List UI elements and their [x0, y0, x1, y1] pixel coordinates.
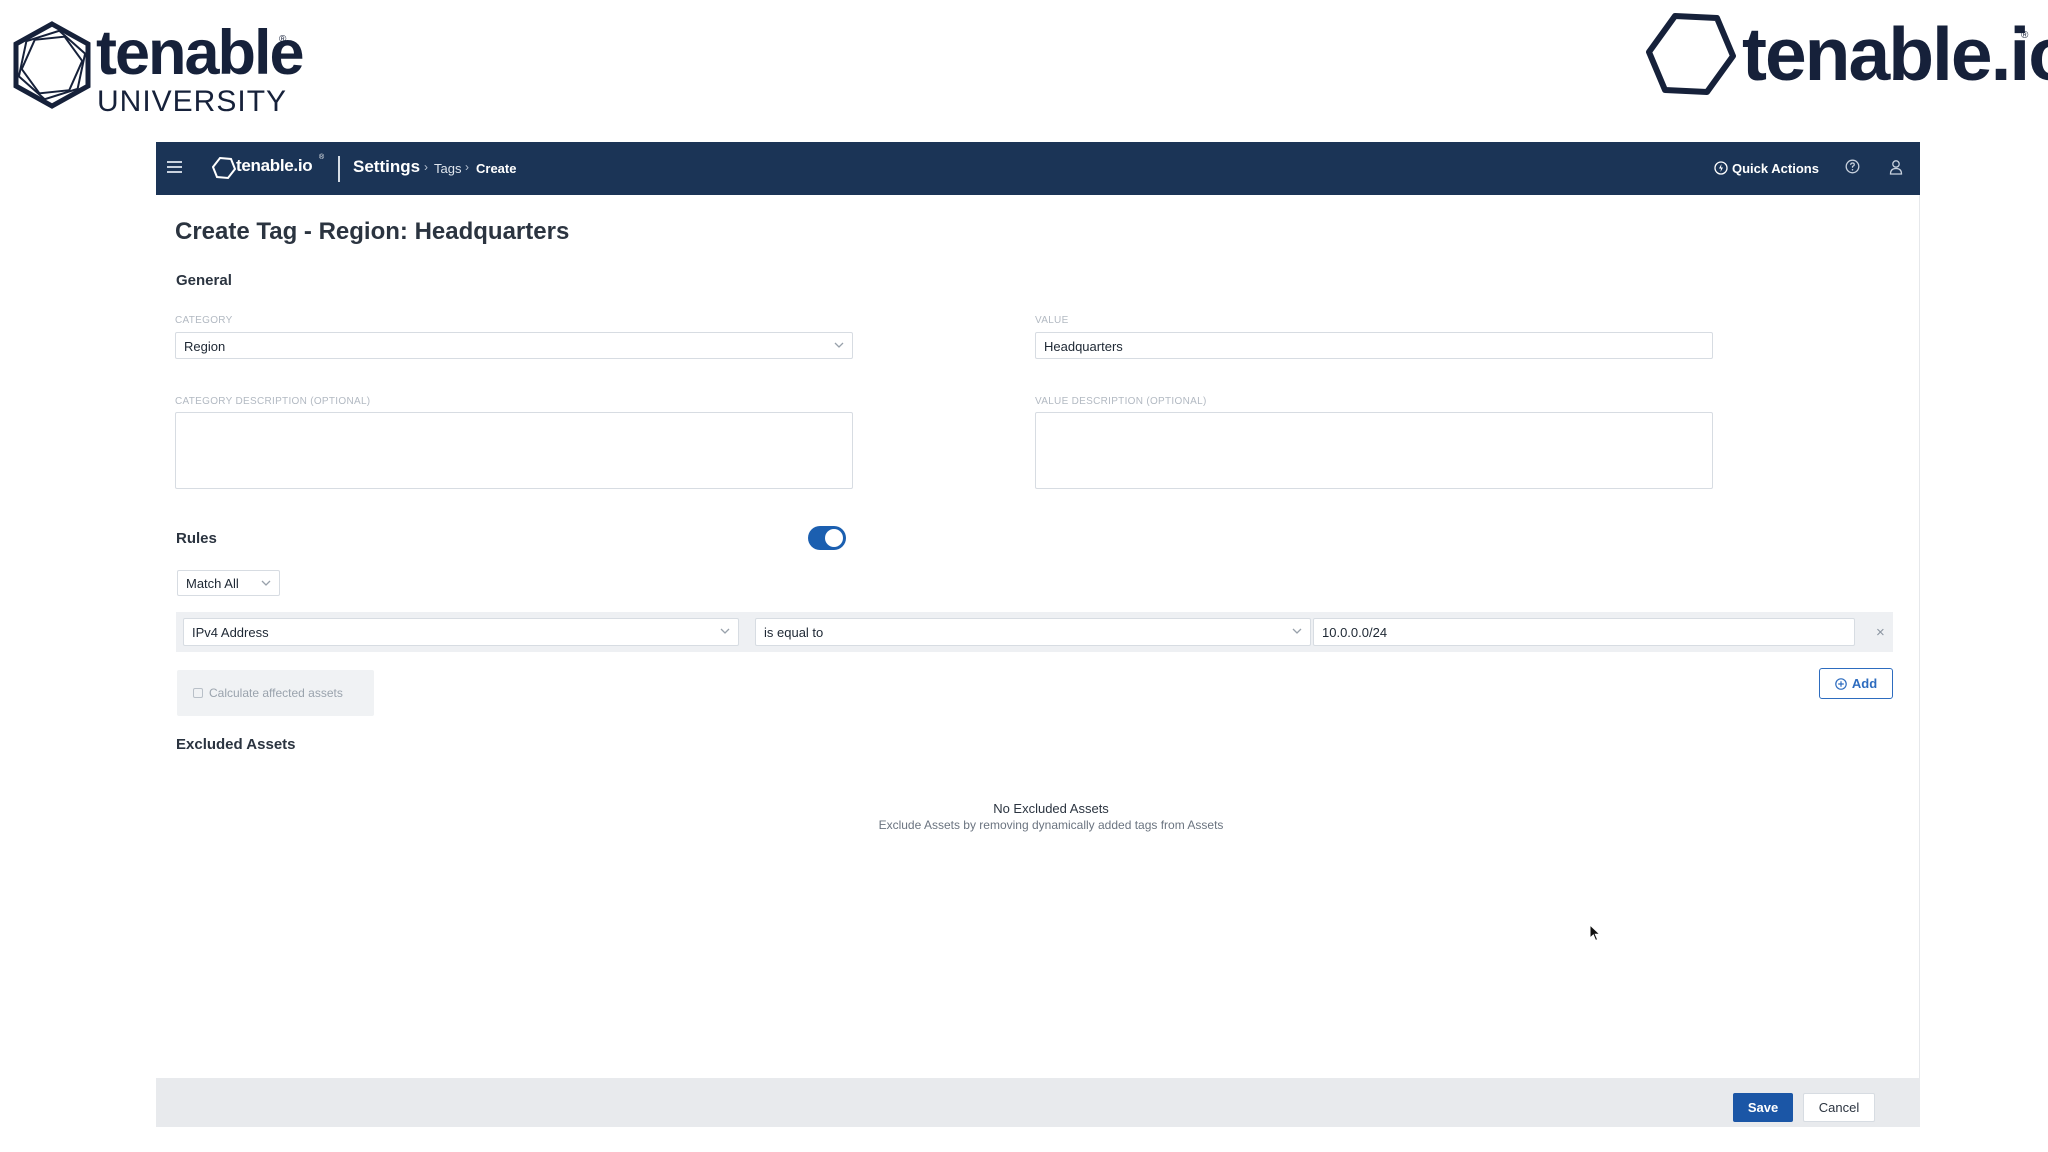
chevron-down-icon: [1292, 628, 1302, 634]
quick-actions-label: Quick Actions: [1732, 160, 1819, 176]
plus-circle-icon: [1835, 677, 1847, 690]
brand-left-word: tenable: [96, 18, 305, 88]
tenable-logo-icon: [212, 156, 236, 180]
breadcrumb-separator: ›: [424, 160, 428, 174]
match-all-select[interactable]: Match All: [177, 570, 280, 596]
brand-left-reg: ®: [279, 34, 287, 45]
rule-value-input[interactable]: 10.0.0.0/24: [1313, 618, 1855, 646]
help-icon[interactable]: [1845, 159, 1860, 174]
empty-state-description: Exclude Assets by removing dynamically a…: [878, 818, 1224, 832]
category-description-textarea[interactable]: [175, 412, 853, 489]
category-label: CATEGORY: [175, 315, 233, 326]
remove-rule-icon[interactable]: ×: [1876, 624, 1885, 641]
brand-right-word: tenable.io: [1742, 12, 2048, 96]
tenable-university-logo: tenable ® UNIVERSITY: [10, 18, 305, 118]
rule-row: IPv4 Address is equal to 10.0.0.0/24 ×: [176, 612, 1893, 652]
rules-heading: Rules: [176, 530, 217, 547]
breadcrumb-settings[interactable]: Settings: [353, 157, 420, 177]
app-logo-reg: ®: [319, 154, 325, 161]
save-button[interactable]: Save: [1733, 1093, 1793, 1122]
add-rule-button[interactable]: Add: [1819, 668, 1893, 699]
app-window: tenable.io ® Settings › Tags › Create Qu…: [156, 142, 1920, 1127]
app-logo-text[interactable]: tenable.io: [236, 156, 313, 176]
empty-state-title: No Excluded Assets: [993, 801, 1109, 816]
navbar-divider: [338, 156, 340, 182]
calculate-label: Calculate affected assets: [209, 686, 343, 700]
hexagon-outline-icon: [1646, 13, 1736, 95]
calculate-checkbox-icon: [193, 688, 203, 698]
user-profile-icon[interactable]: [1889, 159, 1903, 175]
chevron-down-icon: [834, 342, 844, 348]
hexagon-logo-icon: [13, 21, 91, 109]
brand-left-sub: UNIVERSITY: [97, 85, 288, 118]
breadcrumb-separator: ›: [465, 160, 469, 174]
lightning-circle-icon: [1714, 161, 1728, 175]
add-rule-label: Add: [1851, 676, 1878, 691]
top-navbar: tenable.io ® Settings › Tags › Create Qu…: [156, 142, 1920, 195]
breadcrumb-tags[interactable]: Tags: [434, 161, 461, 176]
category-select-value: Region: [184, 339, 226, 354]
rule-value-text: 10.0.0.0/24: [1322, 625, 1388, 640]
match-select-value: Match All: [186, 576, 239, 591]
section-general-heading: General: [176, 272, 232, 289]
brand-right-reg: ®: [2021, 30, 2029, 41]
toggle-knob: [825, 529, 843, 547]
rule-operator-value: is equal to: [764, 625, 824, 640]
excluded-assets-heading: Excluded Assets: [176, 736, 296, 753]
mouse-cursor-icon: [1589, 924, 1601, 942]
chevron-down-icon: [720, 628, 730, 634]
form-footer: Save Cancel: [156, 1078, 1920, 1127]
value-description-label: VALUE DESCRIPTION (OPTIONAL): [1035, 396, 1207, 407]
page-title: Create Tag - Region: Headquarters: [175, 218, 570, 245]
value-description-textarea[interactable]: [1035, 412, 1713, 489]
breadcrumb-create: Create: [476, 161, 517, 176]
rules-toggle[interactable]: [808, 526, 846, 550]
value-input[interactable]: Headquarters: [1035, 332, 1713, 359]
cancel-button[interactable]: Cancel: [1803, 1093, 1875, 1122]
rule-field-select[interactable]: IPv4 Address: [183, 618, 739, 646]
value-input-text: Headquarters: [1044, 339, 1123, 354]
rule-operator-select[interactable]: is equal to: [755, 618, 1311, 646]
quick-actions-button[interactable]: Quick Actions: [1714, 159, 1819, 177]
tenable-io-logo: tenable.io ®: [1645, 10, 2048, 100]
calculate-affected-assets-button[interactable]: Calculate affected assets: [177, 670, 374, 716]
value-label: VALUE: [1035, 315, 1069, 326]
category-select[interactable]: Region: [175, 332, 853, 359]
chevron-down-icon: [261, 580, 271, 586]
hamburger-menu-icon[interactable]: [167, 161, 182, 175]
rule-field-value: IPv4 Address: [192, 625, 269, 640]
category-description-label: CATEGORY DESCRIPTION (OPTIONAL): [175, 396, 371, 407]
